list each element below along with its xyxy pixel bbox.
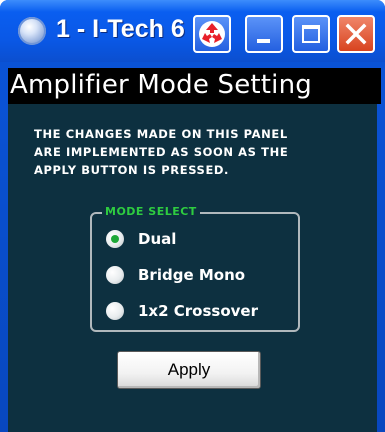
- app-globe-icon[interactable]: [18, 17, 46, 45]
- mode-option-label: 1x2 Crossover: [138, 302, 258, 320]
- minimize-icon: [257, 39, 270, 43]
- panel-header: Amplifier Mode Setting: [8, 68, 381, 104]
- radio-button[interactable]: [106, 302, 124, 320]
- mode-select-group: MODE SELECT Dual Bridge Mono 1x2 Crossov…: [90, 205, 300, 332]
- close-button[interactable]: [337, 15, 375, 53]
- mode-option-label: Dual: [138, 230, 177, 248]
- radio-button[interactable]: [106, 266, 124, 284]
- window-title: 1 - I-Tech 6: [56, 15, 185, 43]
- recycle-button[interactable]: [193, 15, 231, 53]
- mode-option-bridge-mono[interactable]: Bridge Mono: [106, 264, 291, 286]
- mode-option-label: Bridge Mono: [138, 266, 246, 284]
- radio-button-selected[interactable]: [106, 230, 124, 248]
- mode-option-crossover[interactable]: 1x2 Crossover: [106, 300, 291, 322]
- apply-button[interactable]: Apply: [117, 351, 261, 389]
- notice-text: THE CHANGES MADE ON THIS PANEL ARE IMPLE…: [34, 125, 354, 179]
- notice-line: THE CHANGES MADE ON THIS PANEL: [34, 127, 288, 141]
- recycle-icon: [199, 21, 225, 47]
- maximize-icon: [302, 25, 320, 43]
- notice-line: ARE IMPLEMENTED AS SOON AS THE: [34, 145, 289, 159]
- mode-option-dual[interactable]: Dual: [106, 228, 291, 250]
- mode-setting-panel: THE CHANGES MADE ON THIS PANEL ARE IMPLE…: [8, 104, 377, 432]
- close-icon: [345, 23, 367, 45]
- mode-select-legend: MODE SELECT: [102, 205, 200, 219]
- app-window: 1 - I-Tech 6 Amplifier Mode Setting THE …: [0, 0, 385, 432]
- notice-line: APPLY BUTTON IS PRESSED.: [34, 163, 230, 177]
- maximize-button[interactable]: [292, 15, 330, 53]
- title-bar[interactable]: 1 - I-Tech 6: [0, 0, 385, 62]
- minimize-button[interactable]: [245, 15, 283, 53]
